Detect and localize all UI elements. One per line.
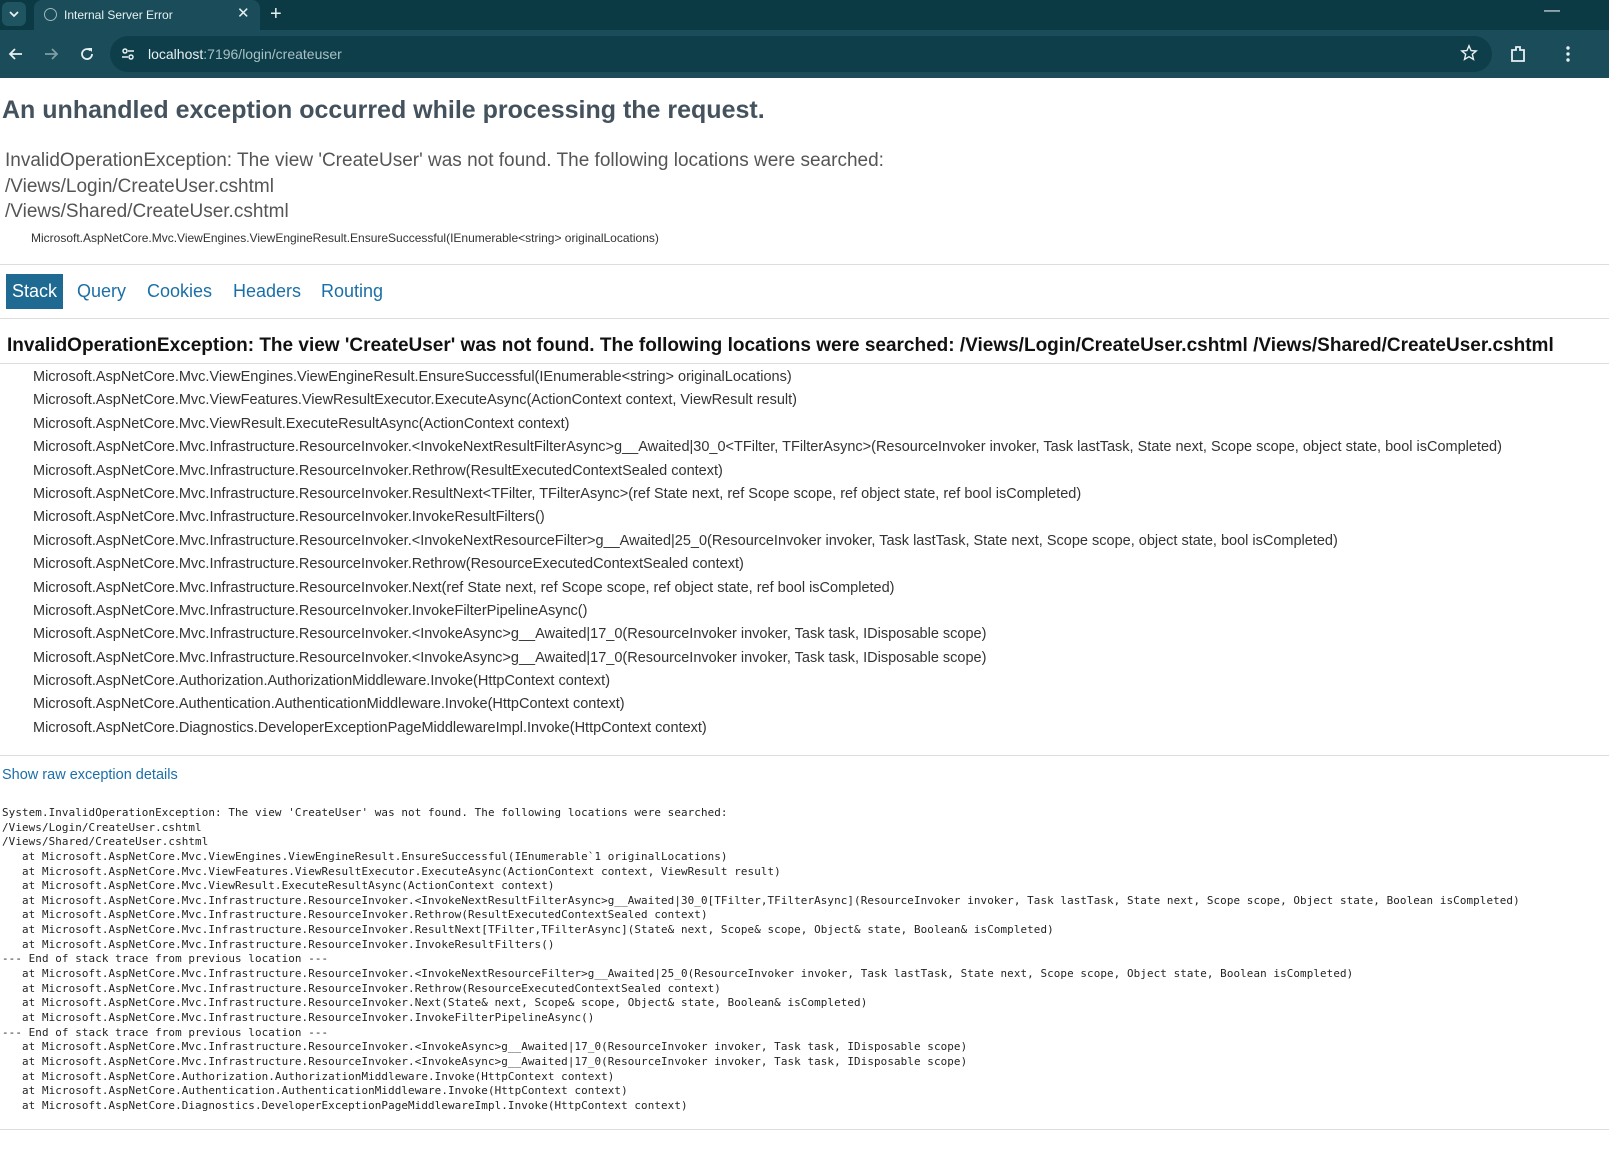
forward-arrow-icon — [45, 48, 59, 60]
title-error: InvalidOperationException: The view 'Cre… — [5, 150, 884, 222]
stack-frame[interactable]: Microsoft.AspNetCore.Mvc.Infrastructure.… — [33, 460, 1502, 483]
stack-frame[interactable]: Microsoft.AspNetCore.Mvc.ViewEngines.Vie… — [33, 366, 1502, 389]
stack-frame[interactable]: Microsoft.AspNetCore.Mvc.Infrastructure.… — [33, 553, 1502, 576]
browser-tab[interactable]: Internal Server Error ✕ — [34, 0, 260, 30]
address-bar[interactable]: localhost:7196/login/createuser — [110, 36, 1492, 72]
divider — [0, 264, 1609, 265]
page-title: An unhandled exception occurred while pr… — [2, 96, 765, 124]
stack-frame[interactable]: Microsoft.AspNetCore.Mvc.Infrastructure.… — [33, 600, 1502, 623]
divider — [0, 755, 1609, 756]
raw-exception-details: System.InvalidOperationException: The vi… — [2, 806, 1520, 1112]
forward-button[interactable] — [39, 42, 63, 66]
star-icon[interactable] — [1460, 44, 1478, 62]
tab-routing[interactable]: Routing — [315, 274, 389, 309]
divider — [0, 363, 1609, 364]
reload-icon — [81, 48, 93, 60]
back-button[interactable] — [4, 42, 28, 66]
stack-frame[interactable]: Microsoft.AspNetCore.Mvc.ViewResult.Exec… — [33, 413, 1502, 436]
plus-icon[interactable]: + — [270, 3, 282, 25]
stack-frame[interactable]: Microsoft.AspNetCore.Authentication.Auth… — [33, 693, 1502, 716]
stack-frame[interactable]: Microsoft.AspNetCore.Diagnostics.Develop… — [33, 717, 1502, 740]
stack-frame[interactable]: Microsoft.AspNetCore.Mvc.Infrastructure.… — [33, 436, 1502, 459]
stack-heading: InvalidOperationException: The view 'Cre… — [7, 335, 1554, 356]
menu-icon[interactable] — [1556, 42, 1580, 66]
tab-stack[interactable]: Stack — [6, 274, 64, 309]
minimize-icon[interactable]: — — [1544, 2, 1560, 20]
stack-frame[interactable]: Microsoft.AspNetCore.Mvc.Infrastructure.… — [33, 483, 1502, 506]
stack-frame[interactable]: Microsoft.AspNetCore.Mvc.Infrastructure.… — [33, 623, 1502, 646]
site-info-icon[interactable] — [120, 46, 136, 62]
tab-search-button[interactable] — [2, 2, 26, 26]
stack-frame[interactable]: Microsoft.AspNetCore.Mvc.Infrastructure.… — [33, 647, 1502, 670]
reload-button[interactable] — [75, 42, 99, 66]
stack-frame[interactable]: Microsoft.AspNetCore.Mvc.Infrastructure.… — [33, 530, 1502, 553]
tab-query[interactable]: Query — [71, 274, 132, 309]
browser-tab-strip: Internal Server Error ✕ + — — [0, 0, 1609, 30]
browser-toolbar: localhost:7196/login/createuser — [0, 30, 1609, 78]
back-arrow-icon — [8, 48, 22, 60]
url-host: localhost — [148, 46, 204, 62]
globe-icon — [44, 8, 57, 21]
tab-headers[interactable]: Headers — [227, 274, 307, 309]
divider — [0, 1129, 1609, 1130]
url-text[interactable]: localhost:7196/login/createuser — [148, 46, 342, 62]
exception-page: An unhandled exception occurred while pr… — [0, 78, 1609, 1169]
divider — [0, 318, 1609, 319]
tab-search-icon — [9, 11, 19, 18]
show-raw-exception-link[interactable]: Show raw exception details — [2, 767, 178, 783]
tab-cookies[interactable]: Cookies — [141, 274, 218, 309]
stack-frame[interactable]: Microsoft.AspNetCore.Mvc.Infrastructure.… — [33, 577, 1502, 600]
url-path: :7196/login/createuser — [203, 46, 342, 62]
stack-frame[interactable]: Microsoft.AspNetCore.Mvc.ViewFeatures.Vi… — [33, 389, 1502, 412]
stack-frame[interactable]: Microsoft.AspNetCore.Mvc.Infrastructure.… — [33, 506, 1502, 529]
exception-location: Microsoft.AspNetCore.Mvc.ViewEngines.Vie… — [31, 231, 659, 245]
stack-frame-list: Microsoft.AspNetCore.Mvc.ViewEngines.Vie… — [33, 366, 1502, 740]
tab-title: Internal Server Error — [64, 8, 173, 22]
close-icon[interactable]: ✕ — [237, 6, 250, 22]
stack-frame[interactable]: Microsoft.AspNetCore.Authorization.Autho… — [33, 670, 1502, 693]
extensions-icon[interactable] — [1507, 42, 1531, 66]
